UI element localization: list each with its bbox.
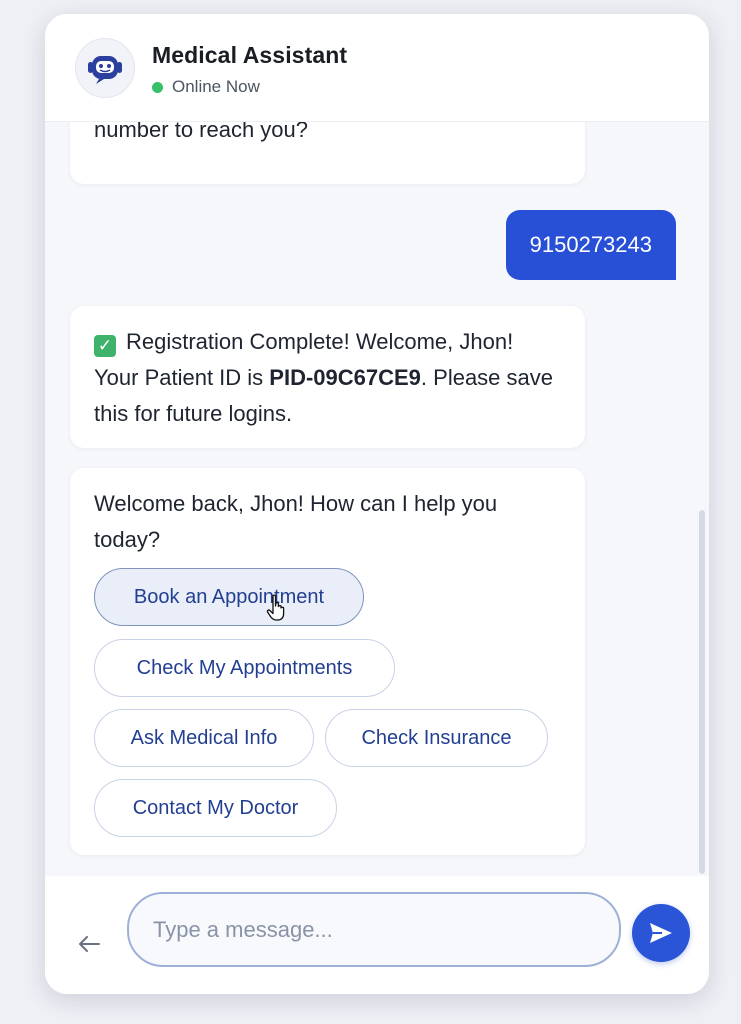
arrow-left-icon[interactable]	[77, 934, 101, 954]
check-appointments-button[interactable]: Check My Appointments	[94, 639, 395, 697]
bot-avatar	[75, 38, 135, 98]
patient-id: PID-09C67CE9	[269, 365, 421, 390]
send-button[interactable]	[632, 904, 690, 962]
hand-pointer-icon	[266, 594, 285, 621]
welcome-text: Welcome back, Jhon! How can I help you t…	[94, 491, 498, 552]
message-list[interactable]: number to reach you? 9150273243 ✓ Registr…	[45, 122, 709, 876]
message-input[interactable]	[127, 892, 621, 967]
send-icon	[650, 923, 672, 943]
composer	[45, 876, 709, 994]
chat-title: Medical Assistant	[152, 42, 348, 68]
user-message: 9150273243	[505, 210, 676, 280]
message-scrollbar[interactable]	[699, 510, 705, 874]
user-message-text: 9150273243	[529, 232, 652, 257]
ask-medical-info-button[interactable]: Ask Medical Info	[94, 709, 314, 767]
status-text: Online Now	[172, 77, 260, 96]
book-appointment-button[interactable]: Book an Appointment	[94, 568, 364, 626]
bot-message-text: number to reach you?	[94, 122, 309, 142]
check-insurance-button[interactable]: Check Insurance	[325, 709, 548, 767]
bot-message: number to reach you?	[70, 122, 585, 184]
bot-message-with-options: Welcome back, Jhon! How can I help you t…	[70, 468, 585, 855]
chat-window: Medical Assistant Online Now number to r…	[45, 14, 709, 994]
bot-message: ✓ Registration Complete! Welcome, Jhon! Y…	[70, 306, 585, 448]
chat-header: Medical Assistant Online Now	[45, 14, 709, 122]
contact-doctor-button[interactable]: Contact My Doctor	[94, 779, 337, 837]
check-mark-icon: ✓	[94, 335, 116, 357]
online-status: Online Now	[152, 77, 347, 97]
status-dot	[152, 81, 163, 93]
robot-icon	[88, 56, 122, 84]
